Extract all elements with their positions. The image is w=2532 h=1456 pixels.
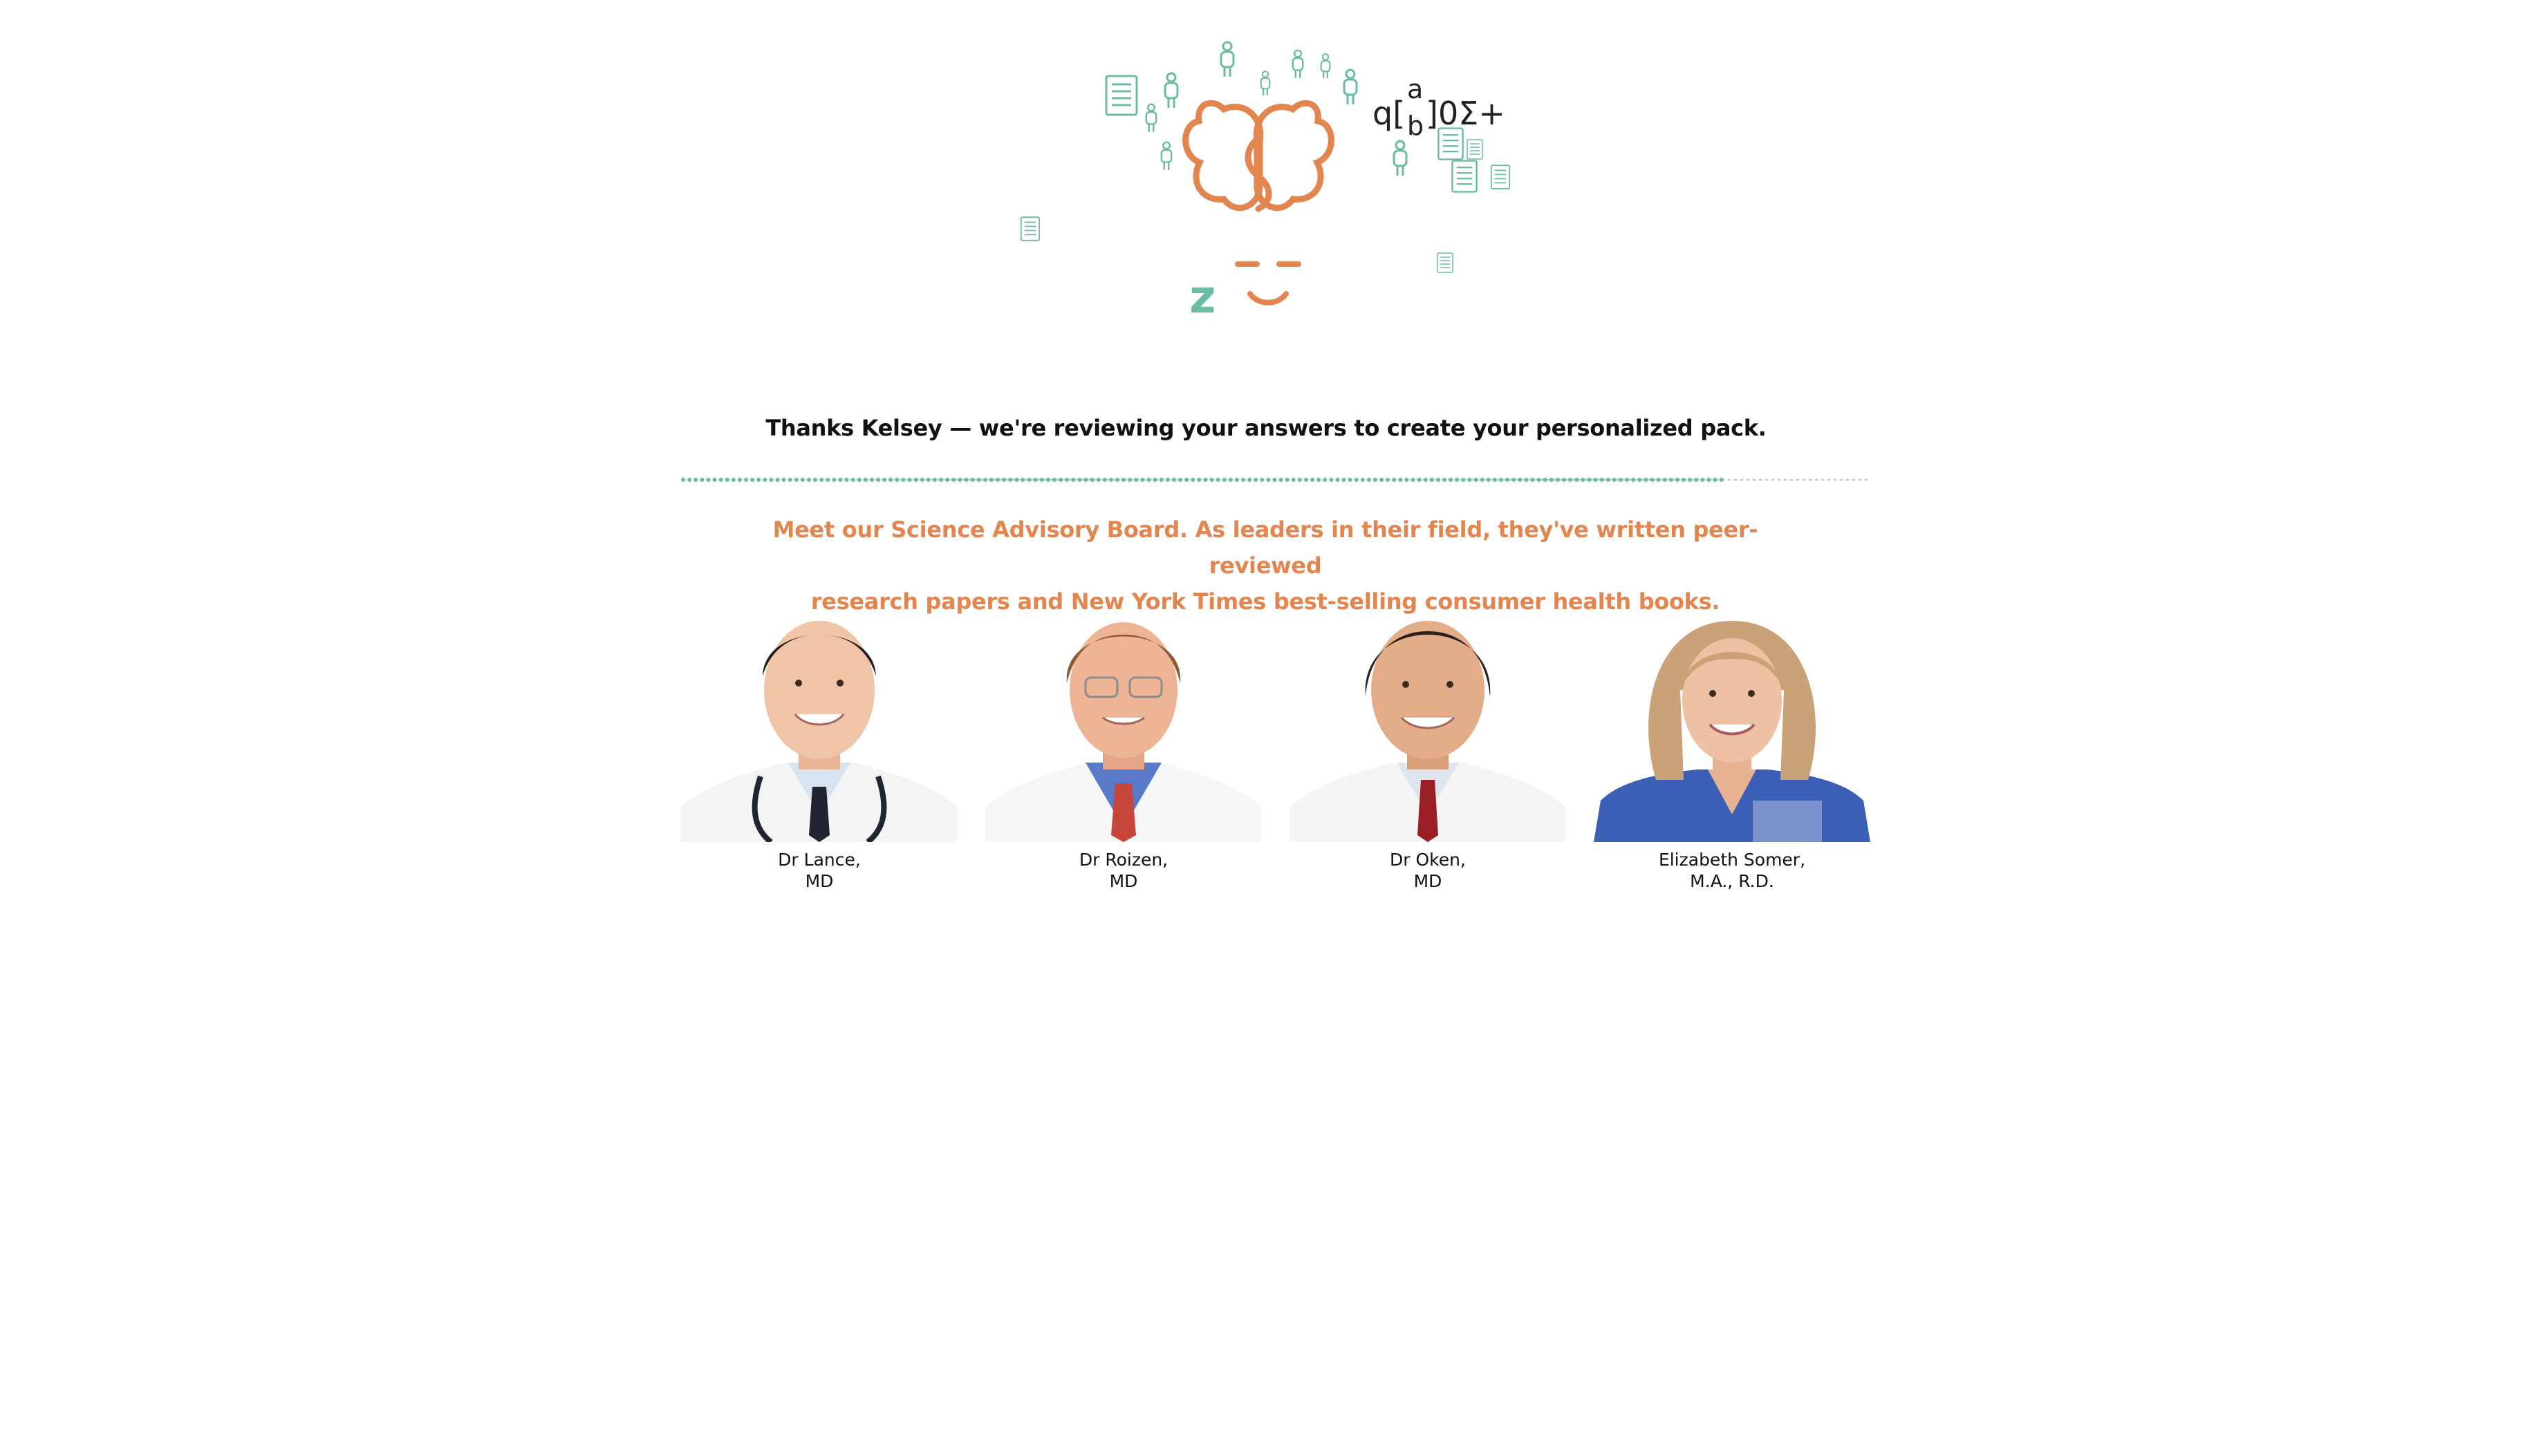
brain-face-logo-icon: z q[ a b ]0Σ+: [1020, 41, 1511, 324]
status-headline: Thanks Kelsey — we're reviewing your ans…: [765, 415, 1767, 441]
board-member-somer: Elizabeth Somer, M.A., R.D.: [1594, 607, 1870, 897]
brain-face-logo: z q[ a b ]0Σ+: [1003, 21, 1528, 325]
formula-bottom: b: [1407, 111, 1424, 141]
teal-pictograms: [1020, 41, 1511, 273]
brain-outline: [1182, 100, 1334, 212]
member-credentials: MD: [1109, 871, 1138, 891]
member-name-text: Dr Lance,: [778, 850, 861, 870]
member-name-text: Dr Oken,: [1390, 850, 1466, 870]
member-name: Dr Oken, MD: [1290, 849, 1566, 892]
formula-prefix: q[: [1372, 95, 1405, 132]
board-member-roizen: Dr Roizen, MD: [985, 607, 1262, 897]
progress-bar: [681, 478, 1870, 482]
member-credentials: MD: [1413, 871, 1442, 891]
face: [1235, 261, 1301, 306]
advisory-board: Dr Lance, MD Dr Roizen, MD Dr Oken, MD E…: [681, 607, 1870, 897]
formula-top: a: [1407, 74, 1423, 104]
member-name: Elizabeth Somer, M.A., R.D.: [1594, 849, 1870, 892]
portrait-photo: [1290, 607, 1566, 842]
member-credentials: M.A., R.D.: [1690, 871, 1774, 891]
member-name-text: Dr Roizen,: [1079, 850, 1169, 870]
advisory-board-intro: Meet our Science Advisory Board. As lead…: [747, 512, 1784, 619]
portrait-photo: [985, 607, 1262, 842]
portrait-photo: [1594, 607, 1870, 842]
member-credentials: MD: [805, 871, 834, 891]
portrait-photo: [681, 607, 958, 842]
formula-suffix: ]0Σ+: [1426, 95, 1505, 132]
intro-line-1: Meet our Science Advisory Board. As lead…: [772, 516, 1758, 579]
board-member-lance: Dr Lance, MD: [681, 607, 958, 897]
member-name-text: Elizabeth Somer,: [1658, 850, 1806, 870]
sleep-letter: z: [1189, 270, 1216, 324]
member-name: Dr Roizen, MD: [985, 849, 1262, 892]
board-member-oken: Dr Oken, MD: [1290, 607, 1566, 897]
math-formula: q[ a b ]0Σ+: [1372, 74, 1505, 141]
member-name: Dr Lance, MD: [681, 849, 958, 892]
